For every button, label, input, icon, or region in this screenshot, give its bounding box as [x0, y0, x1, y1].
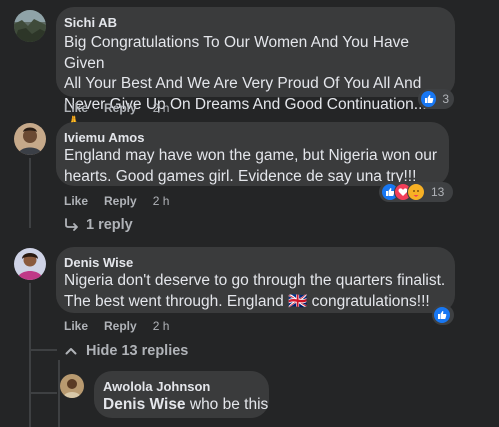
avatar-photo [14, 10, 46, 42]
reaction-count: 3 [442, 92, 449, 106]
like-button[interactable]: Like [64, 194, 88, 208]
like-button[interactable]: Like [64, 319, 88, 333]
avatar[interactable] [14, 248, 46, 280]
avatar-photo [60, 374, 84, 398]
nested-reply-connector [31, 392, 57, 394]
hide-replies-button[interactable]: Hide 13 replies [64, 343, 188, 359]
avatar-photo [14, 123, 46, 155]
comment-timestamp[interactable]: 2 h [153, 101, 170, 115]
comment-line: Nigeria don't deserve to go through the … [64, 272, 446, 289]
comment-actions: Like Reply 2 h [64, 101, 185, 115]
comment-author[interactable]: Denis Wise [64, 255, 133, 270]
like-button[interactable]: Like [64, 101, 88, 115]
reply-text: Denis Wise who be this [103, 395, 268, 416]
reaction-summary[interactable]: 13 [379, 182, 453, 202]
nested-reply-line [58, 360, 60, 427]
reply-button[interactable]: Reply [104, 101, 137, 115]
like-reaction-icon [433, 306, 451, 324]
avatar[interactable] [60, 374, 84, 398]
comment-text: Big Congratulations To Our Women And You… [64, 33, 449, 136]
comment-line: England may have won the game, but Niger… [64, 147, 438, 164]
reaction-summary[interactable] [432, 305, 454, 325]
care-reaction-icon [407, 183, 425, 201]
chevron-up-icon [65, 348, 77, 355]
reply-button[interactable]: Reply [104, 194, 137, 208]
comment-actions: Like Reply 2 h [64, 194, 185, 208]
avatar[interactable] [14, 123, 46, 155]
like-reaction-icon [420, 90, 438, 108]
comment-author[interactable]: Sichi AB [64, 15, 117, 30]
comment-timestamp[interactable]: 2 h [153, 194, 170, 208]
reply-thread-connector [31, 349, 57, 351]
mention-link[interactable]: Denis Wise [103, 396, 186, 413]
comment-line: All Your Best And We Are Very Proud Of Y… [64, 75, 422, 92]
comment-line: Big Congratulations To Our Women And You… [64, 34, 409, 72]
reaction-summary[interactable]: 3 [418, 89, 454, 109]
comment-line: The best went through. England 🇬🇧 congra… [64, 292, 430, 310]
view-replies-button[interactable]: 1 reply [64, 217, 133, 233]
reply-thread-connector [29, 214, 31, 226]
reply-button[interactable]: Reply [104, 319, 137, 333]
comment-text: Nigeria don't deserve to go through the … [64, 271, 452, 312]
reply-thread-line [29, 283, 31, 427]
comment-text: England may have won the game, but Niger… [64, 146, 444, 187]
comment-actions: Like Reply 2 h [64, 319, 185, 333]
reply-author[interactable]: Awolola Johnson [103, 379, 210, 394]
replies-label: 1 reply [86, 217, 133, 233]
reply-arrow-icon [65, 218, 78, 231]
reply-body: who be this [185, 396, 269, 413]
avatar[interactable] [14, 10, 46, 42]
comment-author[interactable]: Iviemu Amos [64, 130, 144, 145]
replies-label: Hide 13 replies [86, 343, 189, 359]
comment-timestamp[interactable]: 2 h [153, 319, 170, 333]
avatar-photo [14, 248, 46, 280]
reaction-count: 13 [431, 185, 445, 199]
